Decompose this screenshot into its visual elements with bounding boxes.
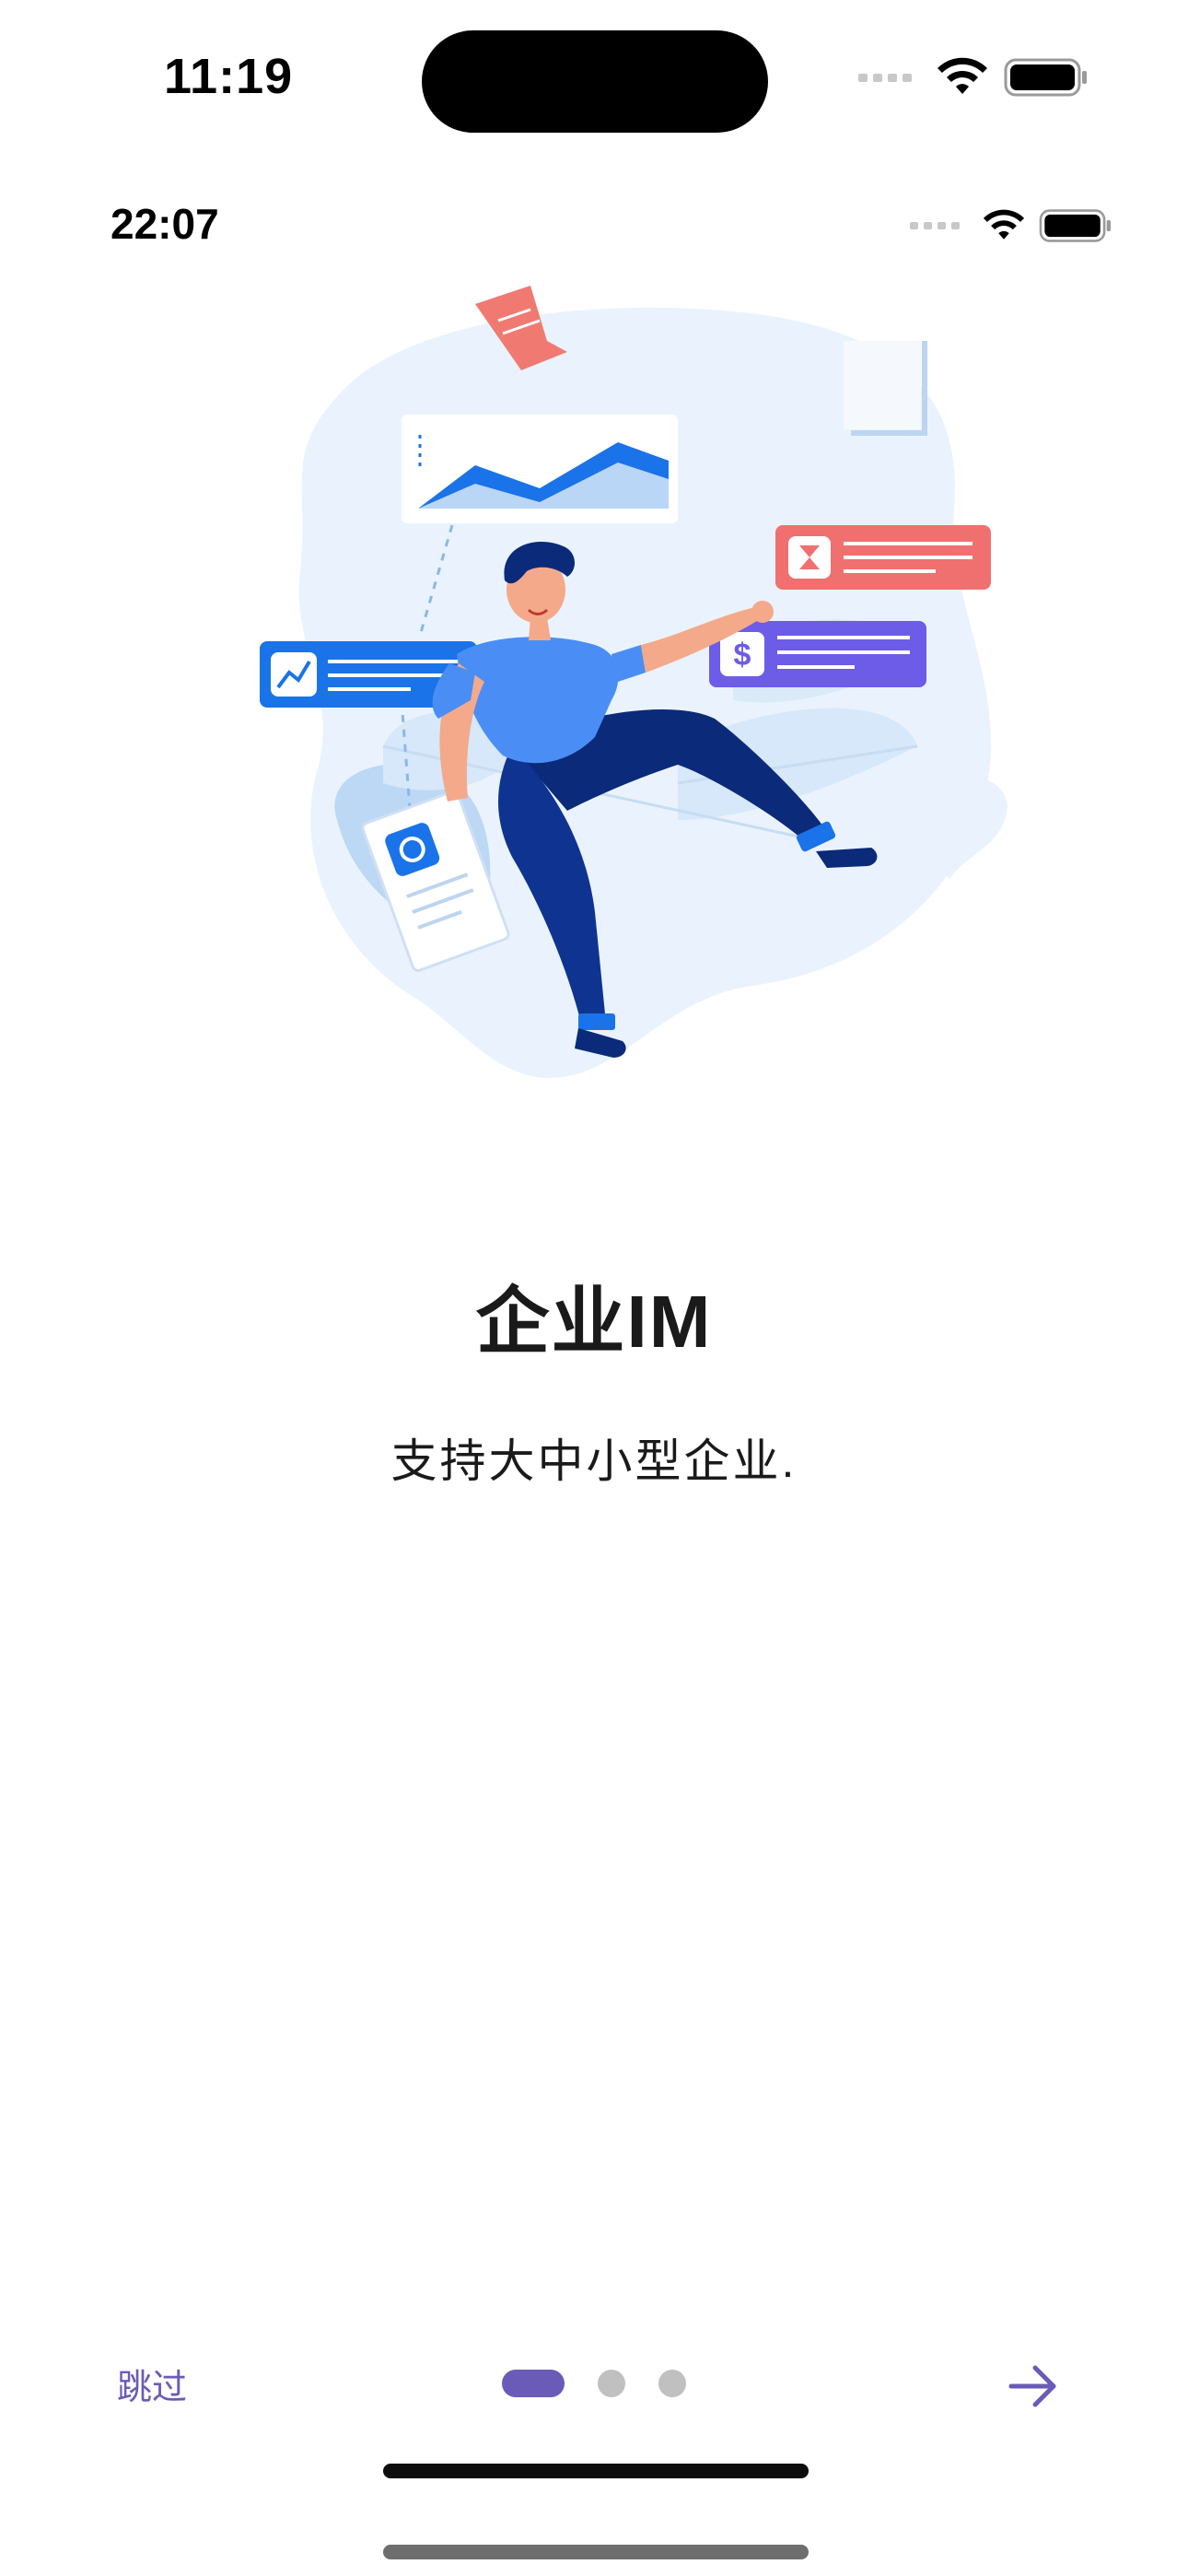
svg-text:$: $ [734, 638, 751, 673]
app-status-icons [910, 208, 1112, 243]
page-dot-active[interactable] [502, 2370, 565, 2397]
page-title: 企业IM [475, 1281, 713, 1363]
skip-button[interactable]: 跳过 [117, 2359, 187, 2409]
device-clock: 11:19 [164, 49, 294, 104]
dynamic-island [422, 30, 768, 133]
page-dot[interactable] [598, 2370, 625, 2397]
wifi-icon [938, 57, 987, 94]
next-button[interactable] [1006, 2360, 1061, 2412]
page-indicator [502, 2370, 686, 2397]
cellular-signal-icon [910, 222, 960, 229]
wifi-icon [983, 209, 1025, 240]
onboarding-screen: 11:19 22:07 $ 企业IM 支持大中小型企业. 跳过 [0, 0, 1188, 2576]
app-status-bar: 22:07 [0, 184, 1188, 267]
arrow-right-icon [1008, 2365, 1056, 2407]
onboarding-illustration: $ [260, 286, 1007, 1079]
battery-icon [1039, 209, 1111, 242]
page-subtitle: 支持大中小型企业. [390, 1435, 798, 1487]
app-clock: 22:07 [111, 200, 219, 248]
cellular-signal-icon [858, 73, 912, 82]
device-status-bar: 11:19 [0, 0, 1188, 157]
device-status-icons [858, 57, 1089, 98]
battery-icon [1004, 58, 1087, 97]
device-home-indicator[interactable] [383, 2545, 809, 2559]
home-indicator[interactable] [383, 2464, 809, 2478]
page-dot[interactable] [658, 2370, 686, 2397]
